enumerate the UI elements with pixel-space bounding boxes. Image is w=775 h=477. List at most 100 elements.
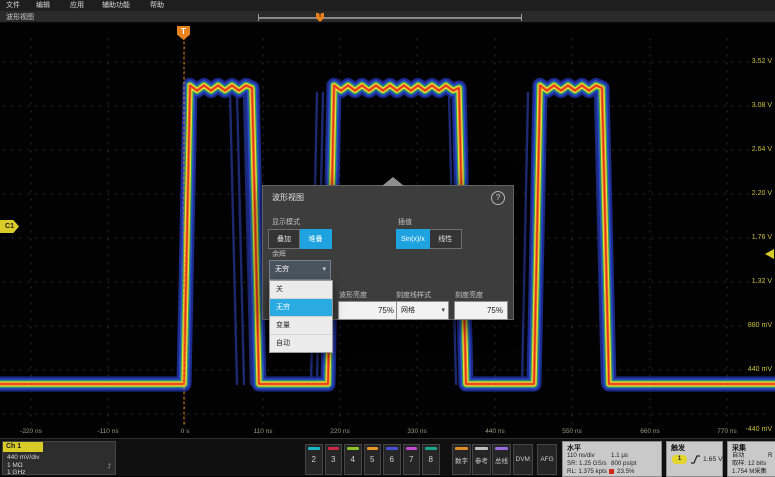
trigger-level-arrow-icon[interactable] — [765, 249, 774, 259]
v-axis-label: 1.76 V — [752, 234, 772, 242]
channel7-button[interactable]: 7 — [403, 444, 421, 475]
menu-file[interactable]: 文件 — [6, 1, 20, 10]
channel2-button[interactable]: 2 — [305, 444, 323, 475]
graticule-intensity-input[interactable]: 75% — [454, 301, 508, 320]
record-trigger-marker-icon[interactable]: T — [316, 13, 324, 22]
menu-utility[interactable]: 辅助功能 — [102, 1, 130, 10]
horizontal-panel[interactable]: 水平 110 ns/div 1.1 μs SR: 1.25 GS/s 800 p… — [562, 441, 662, 477]
v-axis-label: 440 mV — [748, 366, 772, 374]
channel6-label: 6 — [390, 455, 394, 464]
menu-help[interactable]: 帮助 — [150, 1, 164, 10]
graticule-style-dropdown[interactable]: 网格 — [396, 301, 449, 320]
t-axis-label: 0 s — [181, 428, 190, 436]
help-icon[interactable]: ? — [491, 191, 505, 205]
channel6-color-bar — [386, 447, 398, 450]
horizontal-scale: 110 ns/div — [567, 452, 595, 460]
dialog-pointer-icon — [382, 177, 404, 186]
channel3-label: 3 — [331, 455, 335, 464]
channel6-button[interactable]: 6 — [383, 444, 401, 475]
persistence-label: 余辉 — [272, 249, 286, 259]
tab-waveform-view[interactable]: 波形视图 — [6, 12, 34, 22]
bottom-bar: Ch 1 440 mV/div 1 MΩ 1 GHz ⮥ 2 3 4 5 6 7… — [0, 438, 775, 476]
display-mode-stacked-button[interactable]: 堆叠 — [300, 229, 332, 249]
persistence-options-list: 关 无穷 变量 自动 — [269, 280, 333, 353]
graticule-intensity-label: 刻度亮度 — [455, 290, 483, 300]
display-mode-segment: 叠加 堆叠 — [268, 229, 332, 249]
v-axis-label: -440 mV — [746, 426, 772, 434]
channel1-scale: 440 mV/div — [7, 454, 40, 462]
trigger-source-badge: 1 — [672, 455, 687, 464]
channel5-button[interactable]: 5 — [364, 444, 382, 475]
horizontal-record-length: RL: 1.375 kpts — [567, 468, 607, 476]
afg-label: AFG — [540, 456, 553, 463]
oscilloscope-app: { "menu_bar": { "items": [ {"label": "文件… — [0, 0, 775, 476]
t-axis-label: 770 ns — [717, 428, 737, 436]
bus-color-bar — [495, 447, 508, 450]
t-axis-label: 220 ns — [330, 428, 350, 436]
channel3-button[interactable]: 3 — [325, 444, 343, 475]
acquisition-mode: 自动 — [732, 452, 744, 460]
menu-edit[interactable]: 编辑 — [36, 1, 50, 10]
channel2-label: 2 — [312, 455, 316, 464]
t-axis-label: 660 ns — [640, 428, 660, 436]
t-axis-label: -110 ns — [97, 428, 118, 436]
menu-apps[interactable]: 应用 — [70, 1, 84, 10]
acquisition-panel[interactable]: 采集 自动 R 取样: 12 bits 1.754 M采集 — [727, 441, 775, 477]
t-axis-label: 330 ns — [407, 428, 427, 436]
channel1-name: Ch 1 — [3, 442, 43, 452]
v-axis-label: 880 mV — [748, 322, 772, 330]
acquisition-count: 1.754 M采集 — [732, 468, 767, 476]
acquisition-sample: 取样: 12 bits — [732, 460, 766, 468]
t-axis-label: -220 ns — [20, 428, 42, 436]
afg-button[interactable]: AFG — [537, 444, 557, 475]
record-view-line — [259, 17, 521, 19]
dvm-label: DVM — [516, 456, 530, 463]
v-axis-label: 2.20 V — [752, 190, 772, 198]
channel2-color-bar — [308, 447, 320, 450]
waveform-intensity-input[interactable]: 75% — [338, 301, 399, 320]
channel8-button[interactable]: 8 — [422, 444, 440, 475]
persistence-option-auto[interactable]: 自动 — [270, 335, 332, 352]
trigger-title: 触发 — [671, 443, 685, 453]
ref-button[interactable]: 参考 — [472, 444, 491, 475]
digital-label: 数字 — [455, 455, 468, 465]
t-axis-label: 550 ns — [562, 428, 582, 436]
record-view-bar[interactable]: T — [258, 14, 522, 21]
trigger-panel[interactable]: 触发 1 1.65 V — [666, 441, 723, 477]
menu-bar: 文件 编辑 应用 辅助功能 帮助 — [0, 0, 775, 11]
horizontal-window: 1.1 μs — [611, 452, 628, 460]
horizontal-resolution: 800 ps/pt — [611, 460, 636, 468]
trigger-level: 1.65 V — [703, 456, 723, 464]
rising-edge-icon — [690, 455, 701, 464]
dialog-title: 波形视图 — [272, 192, 304, 203]
persistence-dropdown[interactable]: 无穷 — [269, 260, 331, 280]
digital-button[interactable]: 数字 — [452, 444, 471, 475]
t-axis-label: 110 ns — [253, 428, 272, 436]
dvm-button[interactable]: DVM — [513, 444, 533, 475]
waveform-intensity-label: 波形亮度 — [339, 290, 367, 300]
bus-button[interactable]: 总线 — [492, 444, 511, 475]
ref-color-bar — [475, 447, 488, 450]
channel7-label: 7 — [409, 455, 413, 464]
display-mode-overlay-button[interactable]: 叠加 — [268, 229, 300, 249]
channel4-label: 4 — [351, 455, 355, 464]
channel1-badge[interactable]: Ch 1 440 mV/div 1 MΩ 1 GHz ⮥ — [2, 441, 116, 475]
channel4-button[interactable]: 4 — [344, 444, 362, 475]
persistence-option-infinite[interactable]: 无穷 — [270, 299, 332, 317]
v-axis-label: 2.64 V — [752, 146, 772, 154]
t-axis-label: 440 ns — [485, 428, 505, 436]
acquisition-status: R — [768, 452, 772, 460]
interpolation-sinx-button[interactable]: Sin(x)/x — [396, 229, 430, 249]
persistence-option-variable[interactable]: 变量 — [270, 317, 332, 335]
digital-color-bar — [455, 447, 468, 450]
graticule-style-label: 刻度线样式 — [396, 290, 431, 300]
interpolation-linear-button[interactable]: 线性 — [430, 229, 462, 249]
waveform-view-dialog: 波形视图 ? 显示模式 叠加 堆叠 插值 Sin(x)/x 线性 余辉 无穷 关… — [262, 185, 514, 320]
channel7-color-bar — [406, 447, 418, 450]
horizontal-percent: 23.5% — [617, 468, 635, 476]
v-axis-label: 1.32 V — [752, 278, 772, 286]
channel3-color-bar — [328, 447, 340, 450]
interpolation-segment: Sin(x)/x 线性 — [396, 229, 462, 249]
persistence-option-off[interactable]: 关 — [270, 281, 332, 299]
ref-label: 参考 — [475, 455, 488, 465]
